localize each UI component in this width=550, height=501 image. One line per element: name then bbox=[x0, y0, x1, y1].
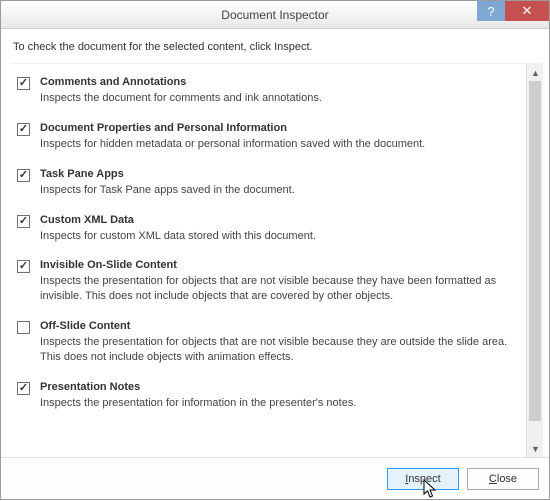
inspector-option: Custom XML Data Inspects for custom XML d… bbox=[13, 208, 522, 254]
option-text: Custom XML Data Inspects for custom XML d… bbox=[40, 214, 518, 244]
option-title: Invisible On-Slide Content bbox=[40, 259, 518, 271]
scroll-up-arrow-icon[interactable]: ▲ bbox=[527, 64, 543, 81]
option-description: Inspects the presentation for objects th… bbox=[40, 335, 518, 365]
option-text: Comments and Annotations Inspects the doc… bbox=[40, 76, 518, 106]
options-list: Comments and Annotations Inspects the doc… bbox=[11, 64, 526, 457]
close-button-label: Close bbox=[489, 473, 517, 485]
inspector-option: Off-Slide Content Inspects the presentati… bbox=[13, 314, 522, 375]
instruction-text: To check the document for the selected c… bbox=[1, 29, 549, 63]
option-title: Document Properties and Personal Informa… bbox=[40, 122, 518, 134]
option-text: Presentation Notes Inspects the presentat… bbox=[40, 381, 518, 411]
dialog-footer: Inspect Close bbox=[1, 457, 549, 499]
inspector-option: Invisible On-Slide Content Inspects the p… bbox=[13, 253, 522, 314]
option-text: Task Pane Apps Inspects for Task Pane app… bbox=[40, 168, 518, 198]
option-checkbox[interactable] bbox=[17, 169, 30, 182]
option-title: Task Pane Apps bbox=[40, 168, 518, 180]
option-title: Comments and Annotations bbox=[40, 76, 518, 88]
option-checkbox[interactable] bbox=[17, 321, 30, 334]
option-checkbox[interactable] bbox=[17, 123, 30, 136]
document-inspector-dialog: Document Inspector ? ✕ To check the docu… bbox=[0, 0, 550, 500]
inspect-button[interactable]: Inspect bbox=[387, 468, 459, 490]
option-description: Inspects the document for comments and i… bbox=[40, 91, 518, 106]
option-description: Inspects for hidden metadata or personal… bbox=[40, 137, 518, 152]
inspect-button-label: Inspect bbox=[405, 473, 440, 485]
option-text: Document Properties and Personal Informa… bbox=[40, 122, 518, 152]
inspector-option: Task Pane Apps Inspects for Task Pane app… bbox=[13, 162, 522, 208]
inspector-option: Presentation Notes Inspects the presentat… bbox=[13, 375, 522, 421]
option-text: Invisible On-Slide Content Inspects the p… bbox=[40, 259, 518, 304]
option-title: Custom XML Data bbox=[40, 214, 518, 226]
option-description: Inspects the presentation for informatio… bbox=[40, 396, 518, 411]
titlebar: Document Inspector ? ✕ bbox=[1, 1, 549, 29]
option-text: Off-Slide Content Inspects the presentati… bbox=[40, 320, 518, 365]
close-icon: ✕ bbox=[522, 3, 533, 19]
help-button[interactable]: ? bbox=[477, 1, 505, 21]
option-checkbox[interactable] bbox=[17, 215, 30, 228]
scroll-down-arrow-icon[interactable]: ▼ bbox=[527, 440, 543, 457]
option-checkbox[interactable] bbox=[17, 77, 30, 90]
option-description: Inspects the presentation for objects th… bbox=[40, 274, 518, 304]
scrollbar-thumb[interactable] bbox=[529, 81, 541, 421]
titlebar-controls: ? ✕ bbox=[477, 1, 549, 28]
option-checkbox[interactable] bbox=[17, 382, 30, 395]
option-title: Presentation Notes bbox=[40, 381, 518, 393]
option-description: Inspects for Task Pane apps saved in the… bbox=[40, 183, 518, 198]
inspector-option: Comments and Annotations Inspects the doc… bbox=[13, 70, 522, 116]
content-area: Comments and Annotations Inspects the doc… bbox=[11, 63, 543, 457]
close-button[interactable]: Close bbox=[467, 468, 539, 490]
window-title: Document Inspector bbox=[221, 8, 328, 22]
inspector-option: Document Properties and Personal Informa… bbox=[13, 116, 522, 162]
close-window-button[interactable]: ✕ bbox=[505, 1, 549, 21]
option-description: Inspects for custom XML data stored with… bbox=[40, 229, 518, 244]
option-checkbox[interactable] bbox=[17, 260, 30, 273]
option-title: Off-Slide Content bbox=[40, 320, 518, 332]
scrollbar[interactable]: ▲ ▼ bbox=[526, 64, 543, 457]
help-icon: ? bbox=[487, 4, 494, 19]
